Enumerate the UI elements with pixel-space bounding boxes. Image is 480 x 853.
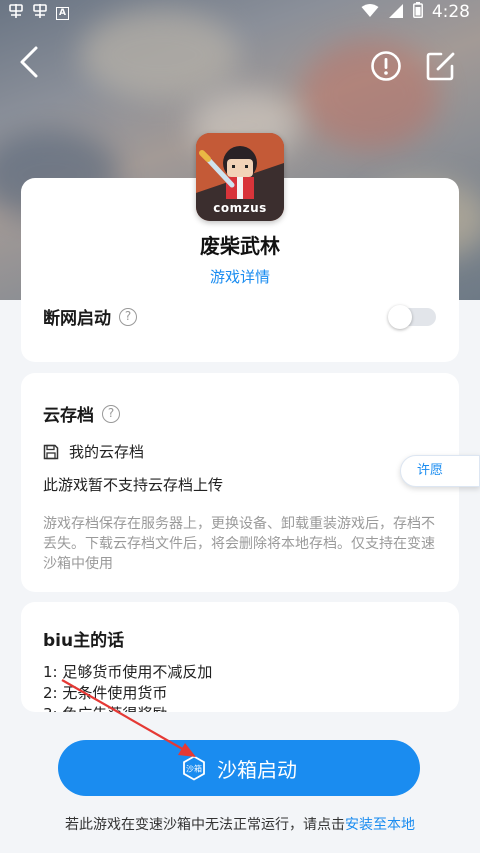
- list-item: 2: 无条件使用货币: [43, 684, 168, 702]
- edit-square-icon: [426, 52, 455, 81]
- list-item: 3: 免广告获得奖励: [43, 704, 212, 712]
- offline-launch-toggle[interactable]: [388, 305, 436, 329]
- my-cloud-save-row[interactable]: 我的云存档: [43, 441, 144, 462]
- cloud-save-unsupported-note: 此游戏暂不支持云存档上传: [43, 476, 224, 494]
- author-notes-card: biu主的话 1: 足够货币使用不减反加 2: 无条件使用货币 3: 免广告获得…: [21, 602, 459, 712]
- sandbox-launch-button[interactable]: 沙箱 沙箱启动: [58, 740, 420, 796]
- exclamation-circle-icon: [371, 51, 401, 81]
- cloud-save-card: 云存档 ? 我的云存档 此游戏暂不支持云存档上传 游戏存档保存在服务器上，更换设…: [21, 373, 459, 592]
- floppy-disk-icon: [43, 444, 59, 459]
- wifi-icon: [361, 3, 379, 22]
- toggle-knob: [388, 305, 412, 329]
- cloud-save-header: 云存档 ?: [43, 401, 120, 426]
- game-icon-brand: comzus: [213, 201, 267, 215]
- install-local-note-text: 若此游戏在变速沙箱中无法正常运行，请点击: [65, 817, 345, 833]
- author-notes-list: 1: 足够货币使用不减反加 2: 无条件使用货币 3: 免广告获得奖励: [43, 662, 212, 712]
- my-cloud-save-label: 我的云存档: [69, 443, 145, 461]
- offline-launch-label: 断网启动: [43, 309, 111, 329]
- install-local-note: 若此游戏在变速沙箱中无法正常运行，请点击安装至本地: [0, 814, 480, 834]
- cloud-save-title: 云存档: [43, 406, 94, 426]
- author-notes-title: biu主的话: [43, 631, 125, 651]
- clock: 4:28: [431, 2, 470, 22]
- app-notification-icon: [32, 3, 48, 23]
- game-icon: comzus: [196, 133, 284, 221]
- offline-launch-row: 断网启动 ?: [43, 304, 137, 329]
- app-notification-icon: [8, 3, 24, 23]
- list-item: 1: 足够货币使用不减反加: [43, 663, 213, 681]
- game-title: 废柴武林: [200, 234, 280, 258]
- a-badge-icon: A: [56, 6, 69, 20]
- battery-icon: [412, 2, 423, 22]
- edit-button[interactable]: [424, 50, 458, 82]
- sandbox-launch-label: 沙箱启动: [217, 757, 297, 782]
- sandbox-badge-icon: 沙箱: [183, 755, 205, 781]
- install-local-link[interactable]: 安装至本地: [345, 817, 415, 833]
- question-circle-icon[interactable]: ?: [119, 307, 137, 326]
- back-button[interactable]: [16, 42, 46, 82]
- question-circle-icon[interactable]: ?: [102, 404, 120, 423]
- report-button[interactable]: [370, 50, 402, 82]
- status-bar: A 4:28: [0, 0, 480, 26]
- svg-text:沙箱: 沙箱: [186, 764, 202, 774]
- game-detail-link[interactable]: 游戏详情: [21, 266, 459, 287]
- signal-icon: [388, 3, 404, 22]
- chevron-left-icon: [20, 46, 38, 78]
- wish-button[interactable]: 许愿: [400, 455, 480, 487]
- cloud-save-description: 游戏存档保存在服务器上，更换设备、卸载重装游戏后，存档不丢失。下载云存档文件后，…: [43, 516, 435, 572]
